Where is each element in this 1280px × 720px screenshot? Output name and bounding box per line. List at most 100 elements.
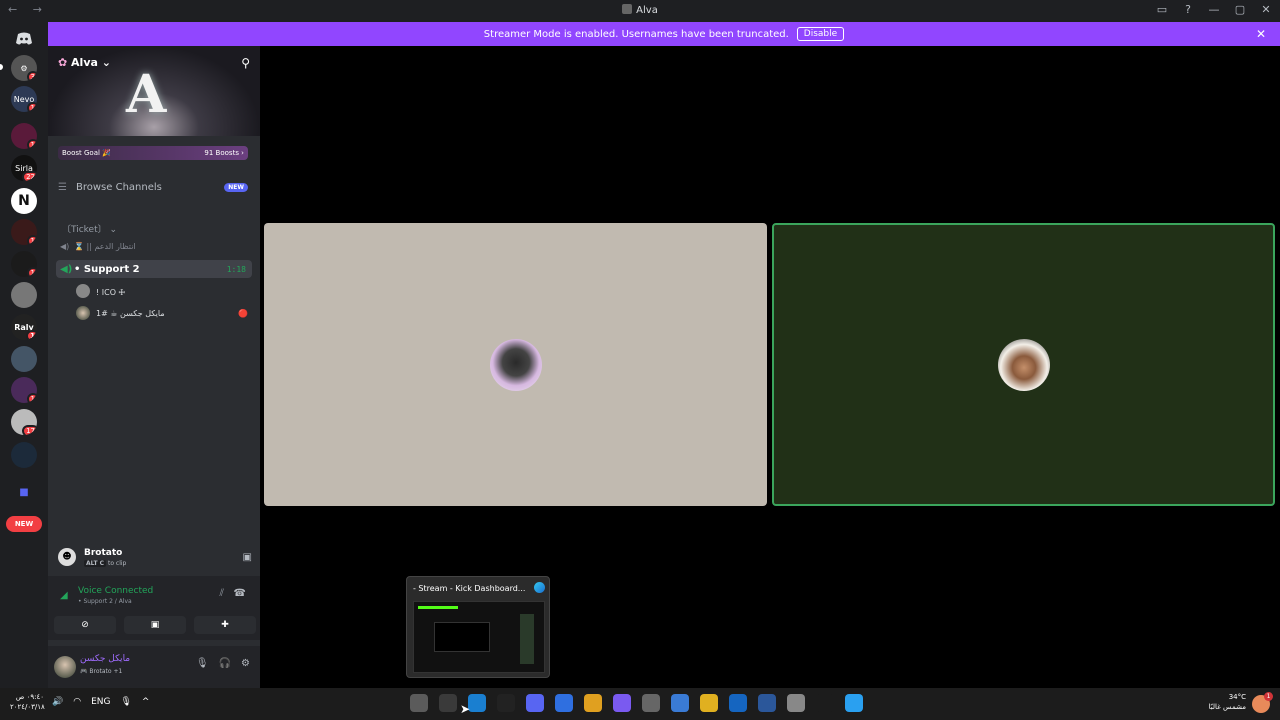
clip-hint: ALT C to clip xyxy=(84,559,127,567)
help-icon[interactable]: ? xyxy=(1182,3,1194,16)
window-controls: ▭ ? — ▢ ✕ xyxy=(1156,3,1272,16)
camera-button[interactable]: ⊘ xyxy=(54,616,116,634)
category-ticket[interactable]: 〔Ticket〕 ⌄ xyxy=(62,222,117,235)
weather-widget[interactable]: 34°C مشمس غالبًا xyxy=(1209,692,1246,712)
server-icon[interactable]: N xyxy=(11,188,37,214)
server-header[interactable]: ✿ Alva ⌄ ⚲ A xyxy=(48,46,260,136)
channel-timer: 1:18 xyxy=(226,264,246,274)
outlook-app-icon[interactable] xyxy=(729,694,747,712)
microphone-icon[interactable]: 🎙 xyxy=(120,697,131,707)
start-app-icon[interactable] xyxy=(845,694,863,712)
obs-app-icon[interactable] xyxy=(439,694,457,712)
microphone-icon[interactable]: 🎙 xyxy=(196,658,209,669)
server-list: ⚙ 3 Nevo 1 1 Sirla 22 N 1 1 Raly 1 1 17 ■ NE… xyxy=(0,22,48,688)
banner-text: Streamer Mode is enabled. Usernames have… xyxy=(483,28,789,40)
boost-count: 91 Boosts › xyxy=(204,149,244,157)
inbox-icon[interactable]: ▭ xyxy=(1156,3,1168,16)
github-app-icon[interactable] xyxy=(497,694,515,712)
taskbar: ٠٩:٤٠ ص ٢٠٢٤/٠٣/١٨ 🔊 ◠ ENG 🎙 ^ 34°C مشمس… xyxy=(0,688,1280,720)
browse-channels[interactable]: ☰ Browse Channels NEW xyxy=(58,182,248,193)
edge-app-icon[interactable] xyxy=(468,694,486,712)
voice-user[interactable]: ! ICO 🜊 xyxy=(76,282,248,300)
disconnect-icon[interactable]: ☎ xyxy=(234,588,246,599)
voice-status-panel: ◢ Voice Connected • Support 2 / Alva ⫽ ☎… xyxy=(48,576,260,640)
close-button[interactable]: ✕ xyxy=(1260,3,1272,16)
taskview-app-icon[interactable] xyxy=(787,694,805,712)
activities-button[interactable]: ✚ xyxy=(194,616,256,634)
noise-suppression-icon[interactable]: ⫽ xyxy=(220,588,224,599)
server-icon[interactable]: 17 xyxy=(11,409,37,435)
mouse-cursor-icon: ➤ xyxy=(460,702,471,716)
copilot-app-icon[interactable] xyxy=(613,694,631,712)
game-activity[interactable]: ☻ Brotato ALT C to clip ▣ xyxy=(56,544,252,570)
minimize-button[interactable]: — xyxy=(1208,3,1220,16)
server-icon[interactable]: 1 xyxy=(11,123,37,149)
server-icon[interactable]: Nevo 1 xyxy=(11,86,37,112)
discord-app-icon[interactable] xyxy=(526,694,544,712)
share-screen-icon[interactable]: ▣ xyxy=(243,552,252,563)
speaker-icon: ◀) xyxy=(60,241,70,251)
word-app-icon[interactable] xyxy=(758,694,776,712)
username[interactable]: مايكل جكسن xyxy=(80,654,130,664)
server-name[interactable]: ✿ Alva ⌄ xyxy=(58,56,111,69)
channel-support-2[interactable]: ◀) • Support 2 1:18 xyxy=(56,260,252,278)
server-icon[interactable] xyxy=(11,282,37,308)
boost-goal-bar[interactable]: Boost Goal 🎉 91 Boosts › xyxy=(58,146,248,160)
explorer-app-icon[interactable] xyxy=(700,694,718,712)
search-app-icon[interactable] xyxy=(816,694,834,712)
user-controls: 🎙 🎧 ⚙ xyxy=(196,658,250,669)
notification-icon[interactable]: 1 xyxy=(1252,692,1273,713)
server-icon[interactable]: ⚙ 3 xyxy=(11,55,37,81)
folder-icon[interactable]: ■ xyxy=(11,479,37,505)
voice-buttons: ⊘ ▣ ✚ xyxy=(54,616,256,634)
headphones-icon[interactable]: 🎧 xyxy=(219,658,231,669)
volume-icon[interactable]: 🔊 xyxy=(52,697,63,707)
server-icon[interactable]: Sirla 22 xyxy=(11,155,37,181)
server-icon[interactable]: 1 xyxy=(11,219,37,245)
user-status: 🎮 Brotato +1 xyxy=(80,668,123,675)
server-icon[interactable]: 1 xyxy=(11,377,37,403)
new-servers-pill[interactable]: NEW xyxy=(6,516,42,532)
screen-share-button[interactable]: ▣ xyxy=(124,616,186,634)
server-logo: A xyxy=(126,64,167,125)
streamer-mode-banner: Streamer Mode is enabled. Usernames have… xyxy=(48,22,1280,46)
taskbar-window-preview[interactable]: - Stream - Kick Dashboard... xyxy=(406,576,550,678)
preview-thumbnail xyxy=(413,601,545,673)
disable-button[interactable]: Disable xyxy=(796,27,845,41)
brotato-app-icon[interactable] xyxy=(410,694,428,712)
discord-home-icon[interactable] xyxy=(11,26,37,52)
gear-icon[interactable]: ⚙ xyxy=(241,658,250,669)
server-icon[interactable]: Raly 1 xyxy=(11,314,37,340)
maximize-button[interactable]: ▢ xyxy=(1234,3,1246,16)
app-icon xyxy=(622,4,633,14)
avatar xyxy=(997,338,1050,391)
signal-icon[interactable]: ◢ xyxy=(60,590,68,601)
server-icon[interactable] xyxy=(11,346,37,372)
language-indicator[interactable]: ENG xyxy=(91,697,110,707)
store-app-icon[interactable] xyxy=(671,694,689,712)
chrome-app-icon[interactable] xyxy=(584,694,602,712)
voice-user-name: ! ICO 🜊 xyxy=(96,287,126,297)
notes-app-icon[interactable] xyxy=(555,694,573,712)
settings-app-icon[interactable] xyxy=(642,694,660,712)
chevron-up-icon[interactable]: ^ xyxy=(142,697,150,707)
participant-tile-speaking[interactable] xyxy=(772,223,1275,506)
channel-sidebar: ✿ Alva ⌄ ⚲ A Boost Goal 🎉 91 Boosts › ☰ … xyxy=(48,46,260,688)
browse-channels-label: Browse Channels xyxy=(76,182,162,193)
server-icon[interactable] xyxy=(11,442,37,468)
server-icon[interactable]: 1 xyxy=(11,251,37,277)
voice-connected-label[interactable]: Voice Connected xyxy=(78,586,153,596)
add-member-icon[interactable]: ⚲ xyxy=(241,56,250,70)
channel-waiting-support[interactable]: ◀) ⌛ || انتظار الدعم xyxy=(56,237,252,255)
game-name: Brotato xyxy=(84,547,123,558)
window-title: Alva xyxy=(0,4,1280,16)
voice-user[interactable]: مايكل جكسن ☕ #1 🔴 xyxy=(76,304,248,322)
user-panel: مايكل جكسن 🎮 Brotato +1 🎙 🎧 ⚙ xyxy=(48,646,260,688)
voice-user-name: مايكل جكسن ☕ #1 xyxy=(96,308,165,318)
channel-name: • Support 2 xyxy=(74,263,140,275)
participant-tile[interactable] xyxy=(264,223,767,506)
clock[interactable]: ٠٩:٤٠ ص ٢٠٢٤/٠٣/١٨ xyxy=(10,692,45,712)
avatar[interactable] xyxy=(54,656,76,678)
wifi-icon[interactable]: ◠ xyxy=(73,697,81,707)
close-icon[interactable]: ✕ xyxy=(1256,27,1266,41)
